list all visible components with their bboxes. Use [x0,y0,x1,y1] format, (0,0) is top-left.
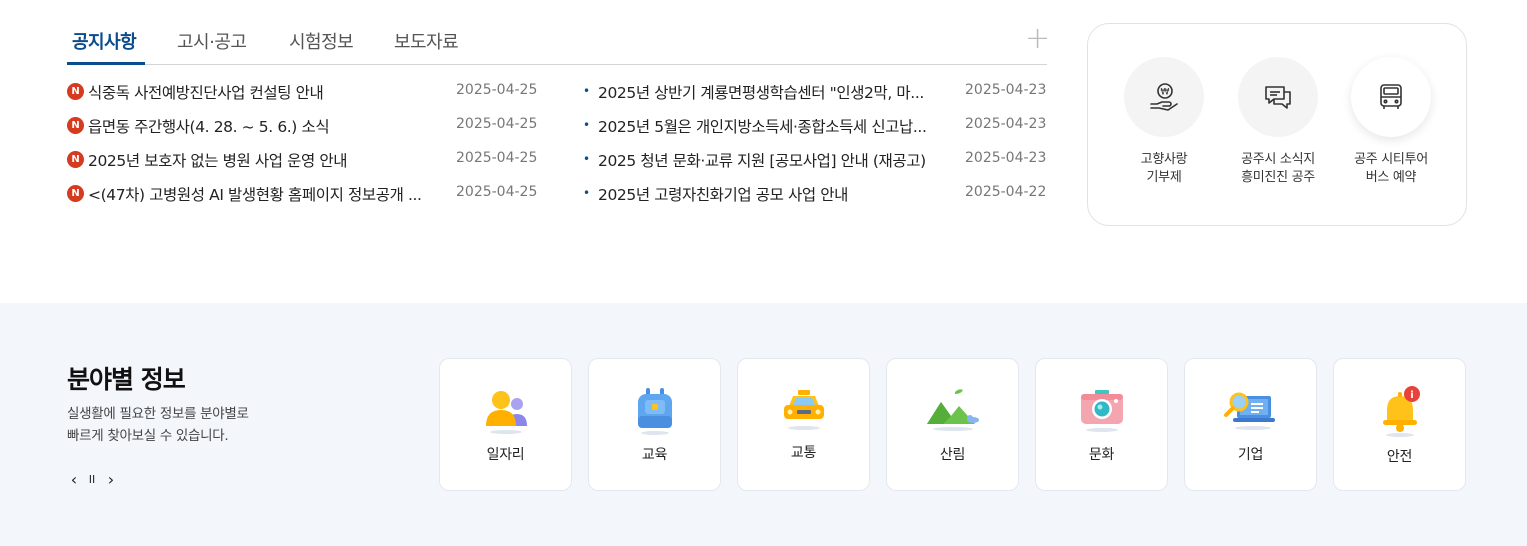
category-transport[interactable]: 교통 [737,358,870,491]
tab-press-release[interactable]: 보도자료 [394,28,459,54]
backpack-icon [589,383,720,439]
category-education[interactable]: 교육 [588,358,721,491]
list-item[interactable]: N 식중독 사전예방진단사업 컨설팅 안내 2025-04-25 [67,80,537,114]
list-item[interactable]: N 읍면동 주간행사(4. 28. ~ 5. 6.) 소식 2025-04-25 [67,114,537,148]
quick-link-hometown-donation[interactable]: ₩ 고향사랑 기부제 [1109,57,1219,187]
section-description: 실생활에 필요한 정보를 분야별로 빠르게 찾아보실 수 있습니다. [67,406,249,444]
notice-title[interactable]: 2025년 상반기 계룡면평생학습센터 "인생2막, 마... [598,81,938,103]
category-forest[interactable]: 산림 [886,358,1019,491]
bell-icon: i [1334,383,1465,439]
mountain-icon [887,383,1018,439]
bullet-icon: • [583,84,591,98]
bullet-icon: • [583,152,591,166]
tab-notice[interactable]: 공지사항 [72,28,137,54]
quick-link-label: 공주 시티투어 버스 예약 [1354,152,1428,185]
category-label: 기업 [1237,447,1264,463]
list-item[interactable]: • 2025년 상반기 계룡면평생학습센터 "인생2막, 마... 2025-0… [580,80,1050,114]
bullet-icon: • [583,186,591,200]
new-badge: N [67,185,84,202]
category-label: 일자리 [486,447,525,463]
notice-title[interactable]: 2025년 5월은 개인지방소득세·종합소득세 신고납... [598,115,938,137]
field-info-section: 분야별 정보 실생활에 필요한 정보를 분야별로 빠르게 찾아보실 수 있습니다… [0,303,1527,546]
category-business[interactable]: 기업 [1184,358,1317,491]
list-item[interactable]: N <(47차) 고병원성 AI 발생현황 홈페이지 정보공개 ... 2025… [67,182,537,216]
section-title: 분야별 정보 [67,365,186,394]
quick-link-city-tour-bus[interactable]: 공주 시티투어 버스 예약 [1336,57,1446,187]
list-item[interactable]: • 2025 청년 문화·교류 지원 [공모사업] 안내 (재공고) 2025-… [580,148,1050,182]
quick-link-newsletter[interactable]: 공주시 소식지 흥미진진 공주 [1223,57,1333,187]
pause-icon[interactable]: II [84,470,100,490]
new-badge: N [67,151,84,168]
category-culture[interactable]: 문화 [1035,358,1168,491]
notice-date: 2025-04-25 [456,184,538,200]
notice-section: 공지사항 고시·공고 시험정보 보도자료 + N 식중독 사전예방진단사업 컨설… [0,0,1527,303]
category-label: 산림 [939,447,966,463]
bus-icon [1351,57,1431,137]
category-label: 안전 [1386,449,1413,465]
hand-coin-icon: ₩ [1124,57,1204,137]
prev-arrow-icon[interactable]: ‹ [66,470,82,490]
notice-list-right: • 2025년 상반기 계룡면평생학습센터 "인생2막, 마... 2025-0… [580,80,1050,216]
bullet-icon: • [583,118,591,132]
notice-title[interactable]: 2025 청년 문화·교류 지원 [공모사업] 안내 (재공고) [598,149,938,171]
more-plus-icon[interactable]: + [1025,24,1050,54]
chat-bubbles-icon [1238,57,1318,137]
list-item[interactable]: • 2025년 고령자친화기업 공모 사업 안내 2025-04-22 [580,182,1050,216]
svg-text:i: i [1410,390,1413,401]
notice-date: 2025-04-25 [456,150,538,166]
taxi-icon [738,383,869,439]
quick-link-label: 고향사랑 기부제 [1140,152,1188,185]
svg-text:₩: ₩ [1161,88,1170,98]
notice-date: 2025-04-23 [965,82,1047,98]
quick-link-label: 공주시 소식지 흥미진진 공주 [1241,152,1315,185]
notice-date: 2025-04-23 [965,116,1047,132]
notice-title[interactable]: <(47차) 고병원성 AI 발생현황 홈페이지 정보공개 ... [88,183,433,205]
tab-announcement[interactable]: 고시·공고 [177,28,247,54]
notice-title[interactable]: 2025년 고령자친화기업 공모 사업 안내 [598,183,938,205]
notice-tabs: 공지사항 고시·공고 시험정보 보도자료 + [67,24,1050,65]
category-label: 문화 [1088,447,1115,463]
active-tab-indicator [67,62,145,65]
camera-icon [1036,383,1167,439]
category-label: 교육 [641,447,668,463]
category-safety[interactable]: i 안전 [1333,358,1466,491]
people-icon [440,383,571,439]
quick-links-panel: ₩ 고향사랑 기부제 공주시 소식지 흥미진진 공주 공주 시티투어 버스 예약 [1087,23,1467,226]
notice-date: 2025-04-25 [456,116,538,132]
new-badge: N [67,117,84,134]
list-item[interactable]: • 2025년 5월은 개인지방소득세·종합소득세 신고납... 2025-04… [580,114,1050,148]
category-label: 교통 [790,445,817,461]
list-item[interactable]: N 2025년 보호자 없는 병원 사업 운영 안내 2025-04-25 [67,148,537,182]
tab-exam-info[interactable]: 시험정보 [289,28,354,54]
laptop-search-icon [1185,383,1316,439]
next-arrow-icon[interactable]: › [103,470,119,490]
notice-list-left: N 식중독 사전예방진단사업 컨설팅 안내 2025-04-25 N 읍면동 주… [67,80,537,216]
notice-date: 2025-04-22 [965,184,1047,200]
notice-title[interactable]: 식중독 사전예방진단사업 컨설팅 안내 [88,81,433,103]
notice-date: 2025-04-25 [456,82,538,98]
notice-date: 2025-04-23 [965,150,1047,166]
category-jobs[interactable]: 일자리 [439,358,572,491]
new-badge: N [67,83,84,100]
notice-title[interactable]: 읍면동 주간행사(4. 28. ~ 5. 6.) 소식 [88,115,433,137]
notice-title[interactable]: 2025년 보호자 없는 병원 사업 운영 안내 [88,149,433,171]
